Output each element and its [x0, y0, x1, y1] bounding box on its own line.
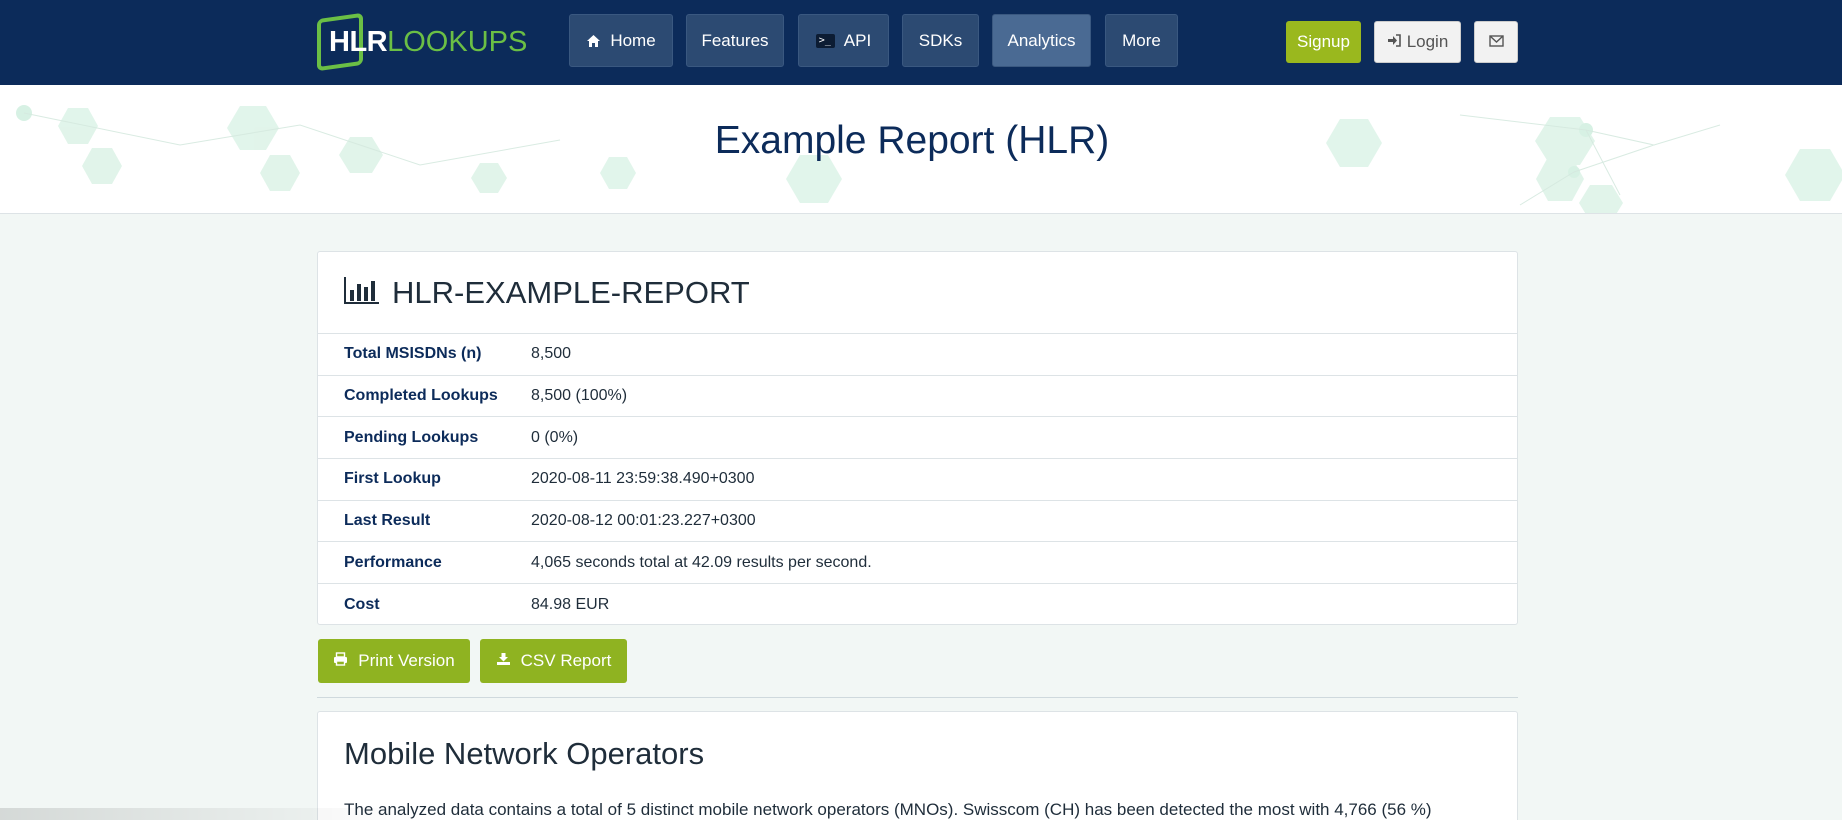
row-value: 0 (0%): [531, 428, 579, 446]
table-row: Total MSISDNs (n) 8,500: [318, 334, 1517, 376]
nav-home-label: Home: [610, 30, 656, 50]
nav-features-label: Features: [701, 30, 769, 50]
signup-button[interactable]: Signup: [1286, 21, 1361, 63]
report-summary-panel: HLR-EXAMPLE-REPORT Total MSISDNs (n) 8,5…: [317, 251, 1518, 625]
row-label: Pending Lookups: [344, 428, 479, 446]
table-row: Completed Lookups 8,500 (100%): [318, 376, 1517, 418]
row-value: 2020-08-11 23:59:38.490+0300: [531, 470, 755, 488]
report-header: HLR-EXAMPLE-REPORT: [318, 252, 1517, 334]
row-value: 8,500: [531, 345, 572, 363]
nav-analytics[interactable]: Analytics: [992, 14, 1091, 67]
hero-banner: Example Report (HLR): [0, 85, 1842, 214]
login-icon: [1387, 32, 1401, 52]
bottom-scroll-shadow: [0, 808, 420, 820]
row-value: 2020-08-12 00:01:23.227+0300: [531, 512, 756, 530]
logo-lookups-text: LOOKUPS: [387, 25, 528, 58]
row-label: Cost: [344, 595, 380, 613]
csv-report-label: CSV Report: [520, 651, 612, 670]
bar-chart-icon: [344, 276, 380, 309]
download-icon: [496, 651, 511, 671]
signup-label: Signup: [1297, 32, 1350, 51]
hlr-lookups-logo[interactable]: HLR LOOKUPS: [317, 12, 527, 72]
top-navbar: HLR LOOKUPS Home Features >_ API SDKs Ana…: [0, 0, 1842, 85]
nav-sdks-label: SDKs: [918, 30, 963, 50]
row-value: 4,065 seconds total at 42.09 results per…: [531, 553, 872, 571]
nav-more[interactable]: More: [1105, 14, 1178, 67]
terminal-icon: >_: [815, 33, 835, 48]
mno-title: Mobile Network Operators: [344, 736, 705, 771]
print-version-label: Print Version: [358, 651, 455, 670]
table-row: Cost 84.98 EUR: [318, 584, 1517, 626]
table-row: Performance 4,065 seconds total at 42.09…: [318, 542, 1517, 585]
nav-sdks[interactable]: SDKs: [902, 14, 979, 67]
report-title: HLR-EXAMPLE-REPORT: [392, 274, 750, 310]
section-divider: [317, 697, 1518, 698]
row-label: Performance: [344, 553, 442, 571]
mno-panel: Mobile Network Operators The analyzed da…: [317, 711, 1518, 820]
logo-hlr-text: HLR: [329, 25, 388, 58]
table-row: First Lookup 2020-08-11 23:59:38.490+030…: [318, 459, 1517, 501]
page-title: Example Report (HLR): [714, 119, 1110, 162]
row-value: 8,500 (100%): [531, 387, 628, 405]
print-version-button[interactable]: Print Version: [318, 639, 470, 683]
csv-report-button[interactable]: CSV Report: [480, 639, 627, 683]
contact-button[interactable]: [1474, 21, 1518, 63]
row-label: Total MSISDNs (n): [344, 345, 482, 363]
login-button[interactable]: Login: [1374, 21, 1461, 63]
row-label: Completed Lookups: [344, 387, 498, 405]
row-label: First Lookup: [344, 470, 441, 488]
nav-api-label: API: [843, 30, 872, 50]
row-label: Last Result: [344, 512, 431, 530]
nav-features[interactable]: Features: [686, 14, 784, 67]
nav-api[interactable]: >_ API: [798, 14, 889, 67]
home-icon: [586, 34, 601, 48]
mno-description: The analyzed data contains a total of 5 …: [344, 800, 1432, 819]
nav-analytics-label: Analytics: [1007, 30, 1076, 50]
mail-icon: [1488, 34, 1504, 51]
table-row: Pending Lookups 0 (0%): [318, 417, 1517, 460]
nav-more-label: More: [1122, 30, 1161, 50]
row-value: 84.98 EUR: [531, 595, 610, 613]
login-label: Login: [1406, 32, 1449, 51]
nav-home[interactable]: Home: [569, 14, 673, 67]
print-icon: [333, 651, 348, 671]
table-row: Last Result 2020-08-12 00:01:23.227+0300: [318, 501, 1517, 543]
